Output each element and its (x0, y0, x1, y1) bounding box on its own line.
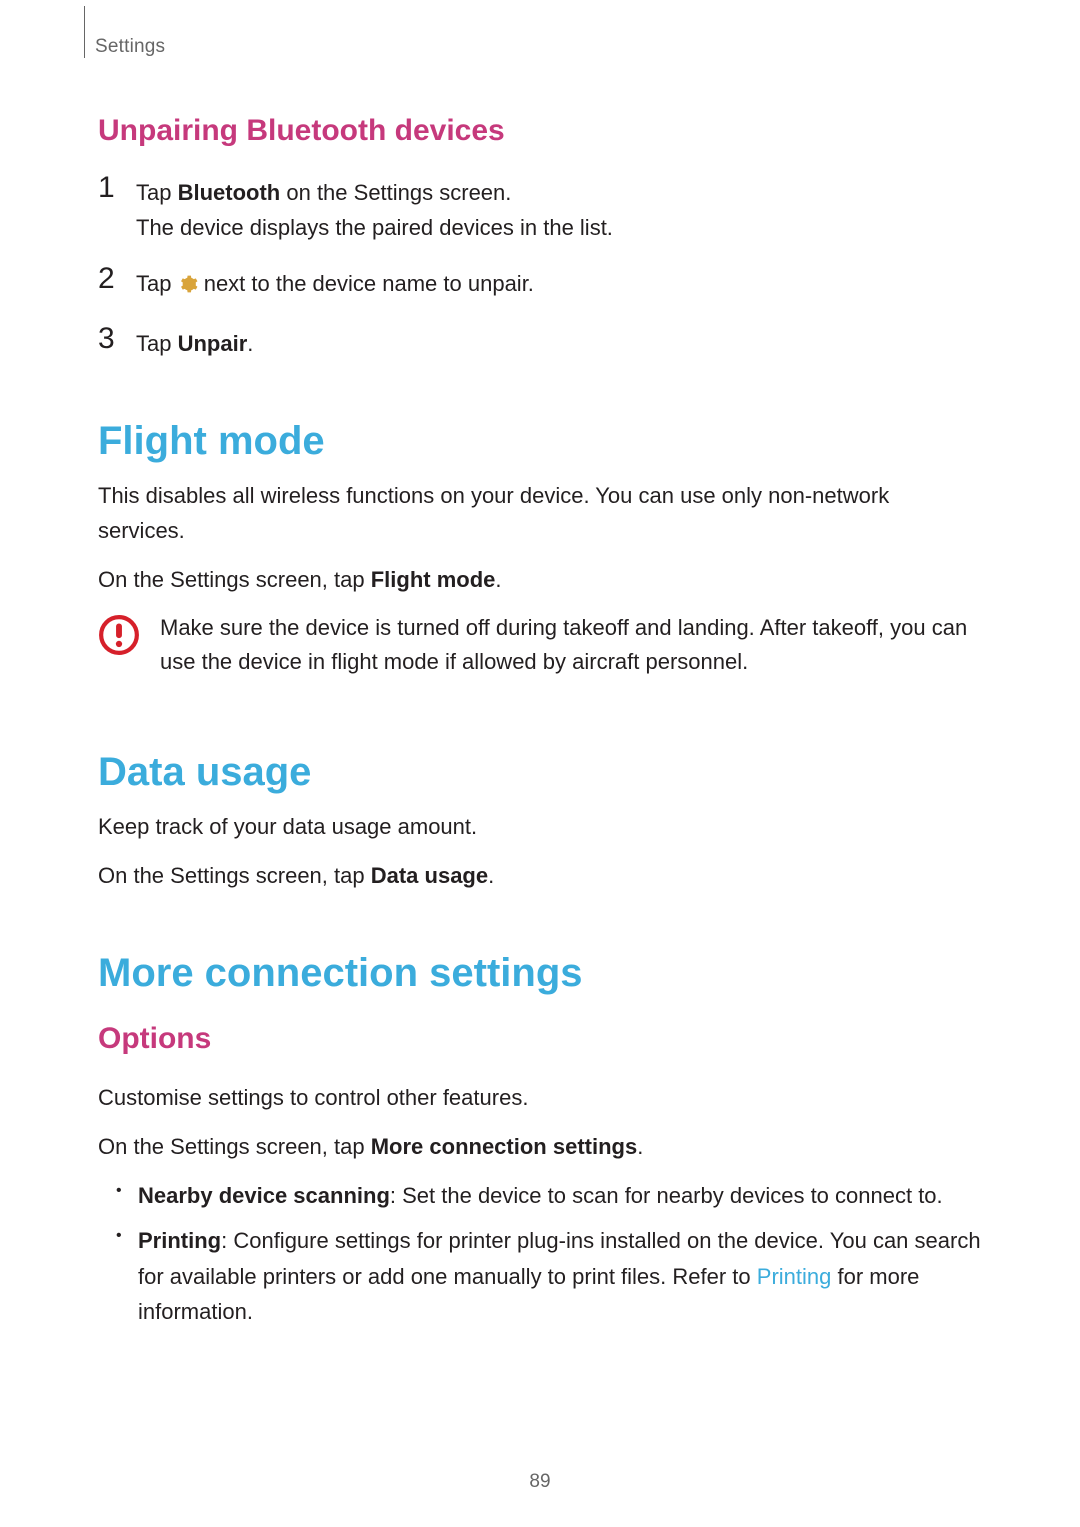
options-list: Nearby device scanning: Set the device t… (98, 1178, 982, 1329)
text: . (495, 567, 501, 592)
step-body: Tap Bluetooth on the Settings screen. Th… (136, 172, 613, 245)
bold-nearby-scanning: Nearby device scanning (138, 1183, 390, 1208)
heading-flight-mode: Flight mode (98, 419, 982, 464)
bold-printing: Printing (138, 1228, 221, 1253)
heading-more-connection: More connection settings (98, 951, 982, 996)
text: Tap (136, 331, 178, 356)
header-section-label: Settings (95, 36, 982, 58)
caution-notice: Make sure the device is turned off durin… (98, 611, 982, 679)
bold-more-connection: More connection settings (371, 1134, 637, 1159)
paragraph: On the Settings screen, tap Flight mode. (98, 562, 982, 597)
paragraph: Customise settings to control other feat… (98, 1080, 982, 1115)
link-printing[interactable]: Printing (757, 1264, 832, 1289)
page-content: Settings Unpairing Bluetooth devices 1 T… (0, 0, 1080, 1329)
paragraph: On the Settings screen, tap Data usage. (98, 858, 982, 893)
page-number: 89 (0, 1471, 1080, 1493)
paragraph: Keep track of your data usage amount. (98, 809, 982, 844)
step-body: Tap Unpair. (136, 323, 253, 361)
text: Tap (136, 180, 178, 205)
bold-unpair: Unpair (178, 331, 248, 356)
text: . (488, 863, 494, 888)
step-number: 3 (98, 323, 136, 354)
step-1: 1 Tap Bluetooth on the Settings screen. … (98, 172, 982, 245)
text: Tap (136, 271, 178, 296)
text: . (637, 1134, 643, 1159)
text: On the Settings screen, tap (98, 567, 371, 592)
paragraph: On the Settings screen, tap More connect… (98, 1129, 982, 1164)
heading-options: Options (98, 1022, 982, 1056)
bold-bluetooth: Bluetooth (178, 180, 281, 205)
step-number: 1 (98, 172, 136, 203)
caution-icon (98, 611, 140, 661)
text: . (247, 331, 253, 356)
gear-icon (178, 269, 198, 304)
heading-unpairing: Unpairing Bluetooth devices (98, 114, 982, 148)
step-3: 3 Tap Unpair. (98, 323, 982, 361)
header-rule (84, 6, 85, 58)
step-number: 2 (98, 263, 136, 294)
heading-data-usage: Data usage (98, 750, 982, 795)
text: The device displays the paired devices i… (136, 215, 613, 240)
text: next to the device name to unpair. (198, 271, 534, 296)
bold-flight-mode: Flight mode (371, 567, 496, 592)
text: : Set the device to scan for nearby devi… (390, 1183, 943, 1208)
paragraph: This disables all wireless functions on … (98, 478, 982, 548)
list-item: Printing: Configure settings for printer… (138, 1223, 982, 1329)
text: On the Settings screen, tap (98, 863, 371, 888)
text: on the Settings screen. (280, 180, 511, 205)
caution-text: Make sure the device is turned off durin… (160, 611, 982, 679)
step-body: Tap next to the device name to unpair. (136, 263, 534, 304)
list-item: Nearby device scanning: Set the device t… (138, 1178, 982, 1213)
step-2: 2 Tap next to the device name to unpair. (98, 263, 982, 304)
text: On the Settings screen, tap (98, 1134, 371, 1159)
bold-data-usage: Data usage (371, 863, 488, 888)
